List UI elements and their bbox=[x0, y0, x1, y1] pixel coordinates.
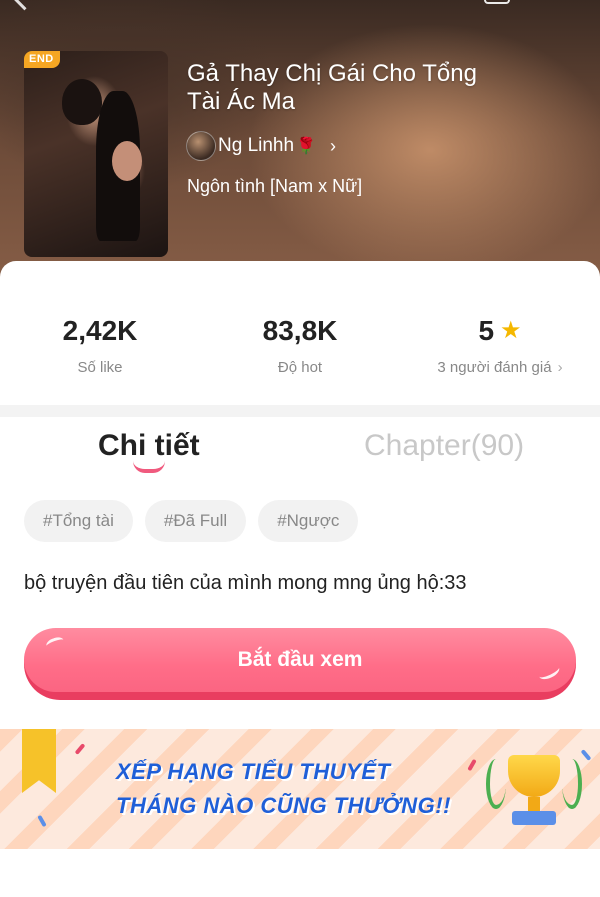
active-tab-indicator bbox=[133, 461, 165, 473]
tag-list: #Tổng tài #Đã Full #Ngược bbox=[24, 500, 359, 542]
rating-value-row: 5 ★ bbox=[400, 313, 600, 349]
trophy-cup bbox=[508, 755, 560, 797]
laurel-left bbox=[486, 759, 506, 809]
confetti-decoration bbox=[467, 758, 477, 772]
start-reading-button[interactable]: Bắt đầu xem bbox=[24, 628, 576, 700]
book-title: Gả Thay Chị Gái Cho Tổng Tài Ác Ma bbox=[187, 60, 477, 115]
stat-value: 83,8K bbox=[262, 315, 338, 346]
book-genre: Ngôn tình [Nam x Nữ] bbox=[187, 176, 363, 196]
star-icon: ★ bbox=[500, 317, 522, 344]
laurel-right bbox=[562, 759, 582, 809]
trophy-stem bbox=[528, 797, 540, 811]
author-emoji: 🌹 bbox=[296, 138, 316, 155]
chevron-right-icon: › bbox=[329, 135, 336, 156]
stat-likes: 2,42K Số like bbox=[0, 313, 200, 383]
confetti-decoration bbox=[37, 814, 47, 828]
tab-detail[interactable]: Chi tiết bbox=[98, 429, 200, 463]
stat-hot: 83,8K Độ hot bbox=[200, 313, 400, 383]
author-link[interactable]: Ng Linhh 🌹 › bbox=[186, 131, 336, 161]
confetti-decoration bbox=[74, 743, 86, 755]
chevron-right-icon: › bbox=[557, 359, 563, 376]
confetti-decoration bbox=[580, 749, 592, 761]
stat-label: 3 người đánh giá bbox=[437, 359, 552, 376]
avatar bbox=[186, 131, 216, 161]
section-divider bbox=[0, 405, 600, 417]
tab-bar: Chi tiết Chapter(90) bbox=[0, 417, 600, 483]
banner-line-1: XẾP HẠNG TIỂU THUYẾT bbox=[116, 759, 391, 784]
book-cover: END bbox=[24, 51, 168, 257]
author-name: Ng Linhh bbox=[218, 135, 295, 156]
book-description: bộ truyện đầu tiên của mình mong mng ủng… bbox=[24, 572, 467, 594]
stat-label: Độ hot bbox=[277, 359, 323, 376]
tag-chip[interactable]: #Tổng tài bbox=[24, 500, 133, 542]
tag-chip[interactable]: #Ngược bbox=[258, 500, 359, 542]
ranking-banner[interactable]: XẾP HẠNG TIỂU THUYẾT THÁNG NÀO CŨNG THƯỞ… bbox=[0, 729, 600, 849]
stat-value: 5 bbox=[478, 315, 495, 346]
cover-figure-man bbox=[62, 79, 102, 125]
banner-text: XẾP HẠNG TIỂU THUYẾT THÁNG NÀO CŨNG THƯỞ… bbox=[116, 755, 451, 823]
stats-row: 2,42K Số like 83,8K Độ hot 5 ★ 3 người đ… bbox=[0, 313, 600, 383]
stat-label: Số like bbox=[77, 359, 123, 376]
stat-value: 2,42K bbox=[62, 315, 138, 346]
status-badge: END bbox=[24, 51, 60, 68]
trophy-icon bbox=[486, 749, 582, 833]
banner-line-2: THÁNG NÀO CŨNG THƯỞNG!! bbox=[116, 793, 451, 818]
tab-chapter[interactable]: Chapter(90) bbox=[364, 429, 524, 463]
trophy-base bbox=[512, 811, 556, 825]
stat-rating[interactable]: 5 ★ 3 người đánh giá › bbox=[400, 313, 600, 383]
share-icon[interactable] bbox=[484, 0, 510, 4]
rating-count-row: 3 người đánh giá › bbox=[400, 359, 600, 376]
start-reading-label: Bắt đầu xem bbox=[237, 648, 363, 671]
start-reading-button-face: Bắt đầu xem bbox=[24, 628, 576, 692]
tag-chip[interactable]: #Đã Full bbox=[144, 500, 247, 542]
cover-figure-detail bbox=[112, 141, 142, 181]
bookmark-ribbon-icon bbox=[22, 729, 56, 793]
